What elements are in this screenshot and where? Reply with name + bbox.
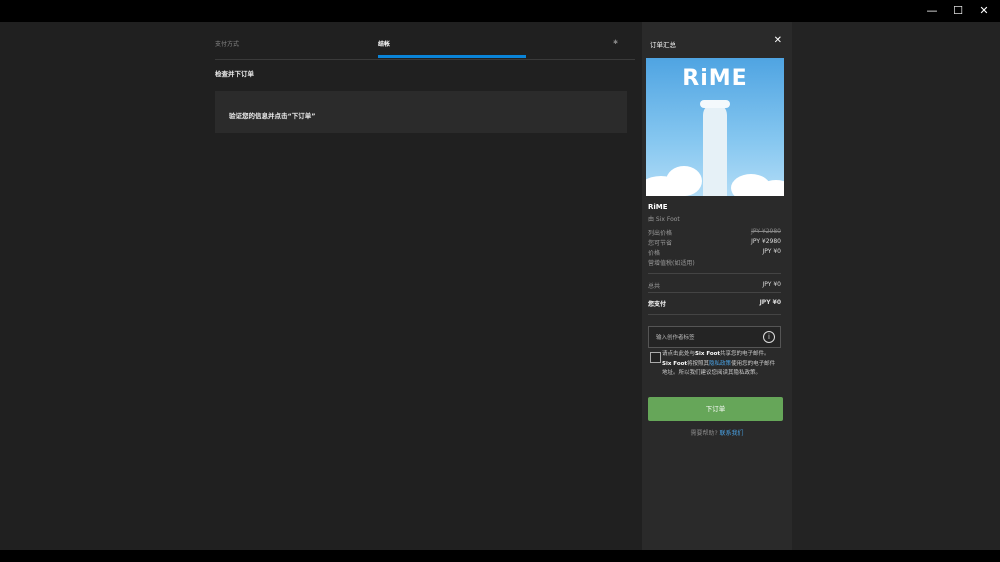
tower-shape [703, 103, 727, 196]
close-window-icon[interactable]: ✕ [978, 4, 990, 17]
creator-code-placeholder: 输入创作者标签 [656, 335, 695, 341]
you-pay-label: 您支付 [648, 301, 667, 308]
list-price-row: 列出价格 JPY ¥2980 [648, 228, 781, 237]
place-order-button[interactable]: 下订单 [648, 397, 783, 421]
you-pay-value: JPY ¥0 [759, 299, 781, 306]
maximize-icon[interactable]: ☐ [952, 4, 964, 17]
verify-info-box: 验证您的信息并点击“下订单” [215, 91, 627, 133]
divider [648, 292, 781, 293]
cloud-shape [666, 166, 702, 196]
divider [648, 314, 781, 315]
tax-label: 营增值税(如适用) [648, 260, 695, 267]
price-label: 价格 [648, 250, 661, 257]
game-cover-image: RiME [646, 58, 784, 196]
creator-code-input[interactable]: 输入创作者标签 i [648, 326, 781, 348]
bottom-bar [0, 550, 1000, 562]
checkout-steps: 支付方式 结帐 ✱ [215, 35, 635, 60]
info-icon[interactable]: i [763, 331, 775, 343]
total-row: 总共 JPY ¥0 [648, 281, 781, 290]
order-summary-title: 订单汇总 [650, 41, 676, 49]
contact-us-link[interactable]: 联系我们 [720, 430, 744, 437]
divider [648, 273, 781, 274]
list-price-value: JPY ¥2980 [751, 228, 781, 235]
discount-value: JPY ¥2980 [751, 238, 781, 245]
game-logo: RiME [682, 66, 748, 91]
total-value: JPY ¥0 [762, 281, 781, 288]
step-done: ✱ [613, 39, 619, 46]
list-price-label: 列出价格 [648, 230, 673, 237]
minimize-icon[interactable]: — [926, 4, 938, 17]
email-consent-checkbox[interactable] [650, 352, 661, 363]
publisher: 由 Six Foot [648, 216, 680, 223]
window-controls: — ☐ ✕ [926, 4, 990, 17]
discount-row: 您可节省 JPY ¥2980 [648, 238, 781, 247]
price-value: JPY ¥0 [762, 248, 781, 255]
verify-text: 验证您的信息并点击“下订单” [229, 112, 316, 120]
close-icon[interactable]: ✕ [774, 35, 782, 46]
title-bar: — ☐ ✕ [0, 0, 1000, 22]
step-checkout[interactable]: 结帐 [378, 39, 390, 48]
step-payment-method[interactable]: 支付方式 [215, 39, 239, 48]
order-summary-panel: 订单汇总 ✕ RiME RiME 由 Six Foot 列出价格 JPY ¥29… [642, 22, 792, 550]
email-consent-text: 请点击此处与Six Foot共享您的电子邮件。 Six Foot将按照其隐私政策… [662, 351, 776, 376]
price-row: 价格 JPY ¥0 [648, 248, 781, 257]
section-title: 检查并下订单 [215, 70, 254, 78]
background-area [792, 22, 1000, 550]
help-text: 需要帮助? [690, 430, 718, 437]
tower-top-shape [700, 100, 730, 108]
total-label: 总共 [648, 283, 661, 290]
privacy-policy-link[interactable]: 隐私政策 [709, 361, 731, 367]
help-row: 需要帮助? 联系我们 [642, 428, 792, 437]
game-name: RiME [648, 203, 668, 211]
discount-label: 您可节省 [648, 240, 673, 247]
tax-row: 营增值税(如适用) [648, 258, 781, 267]
you-pay-row: 您支付 JPY ¥0 [648, 299, 781, 308]
active-step-indicator [378, 55, 526, 58]
